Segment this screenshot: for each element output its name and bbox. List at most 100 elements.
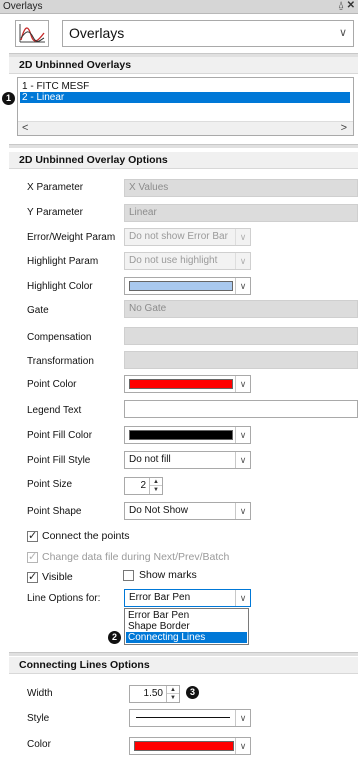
chevron-down-icon: ∨	[235, 427, 250, 443]
solid-line-preview	[136, 717, 230, 718]
visible-checkbox[interactable]	[27, 570, 38, 583]
legend-text-input[interactable]	[124, 400, 358, 418]
visible-label: Visible	[42, 571, 73, 583]
section-divider	[9, 652, 358, 656]
connecting-lines-header: Connecting Lines Options	[9, 657, 358, 674]
x-parameter-field: X Values	[124, 179, 358, 197]
point-color-label: Point Color	[27, 379, 77, 390]
overlay-list-item-selected[interactable]: 2 - Linear	[20, 92, 350, 103]
error-weight-param-value: Do not show Error Bar	[129, 231, 228, 242]
highlight-param-dropdown: Do not use highlight ∨	[124, 252, 251, 270]
point-fill-style-label: Point Fill Style	[27, 455, 91, 466]
x-parameter-label: X Parameter	[27, 182, 84, 193]
y-parameter-value: Linear	[129, 207, 157, 218]
line-color-swatch	[134, 741, 234, 751]
unbinned-overlays-header: 2D Unbinned Overlays	[9, 57, 358, 74]
line-color-picker[interactable]: ∨	[129, 737, 251, 755]
section-divider	[9, 144, 358, 148]
error-weight-param-dropdown: Do not show Error Bar ∨	[124, 228, 251, 246]
scroll-right-icon[interactable]: >	[341, 122, 347, 134]
point-color-picker[interactable]: ∨	[124, 375, 251, 393]
stepper-down-icon[interactable]: ▼	[150, 486, 162, 494]
window-title: Overlays	[3, 1, 43, 12]
highlight-param-value: Do not use highlight	[129, 255, 218, 266]
gate-label: Gate	[27, 305, 49, 316]
point-shape-label: Point Shape	[27, 506, 82, 517]
close-icon[interactable]: ✕	[347, 0, 355, 11]
dropdown-option[interactable]: Shape Border	[126, 621, 247, 632]
point-size-stepper[interactable]: 2 ▲ ▼	[124, 477, 163, 495]
line-width-stepper[interactable]: 1.50 ▲ ▼	[129, 685, 180, 703]
line-width-value: 1.50	[143, 688, 163, 699]
line-options-dropdown-list[interactable]: Error Bar Pen Shape Border Connecting Li…	[124, 608, 249, 645]
section-title: 2D Unbinned Overlay Options	[19, 154, 168, 166]
style-label: Style	[27, 713, 50, 724]
point-fill-color-swatch	[129, 430, 233, 440]
point-fill-color-label: Point Fill Color	[27, 430, 93, 441]
callout-marker-2: 2	[108, 631, 121, 644]
overlay-type-value: Overlays	[69, 25, 125, 41]
highlight-color-label: Highlight Color	[27, 281, 93, 292]
color-label: Color	[27, 739, 51, 750]
point-size-value: 2	[140, 480, 146, 491]
connect-points-label: Connect the points	[42, 530, 130, 542]
section-title: Connecting Lines Options	[19, 659, 150, 671]
callout-marker-3: 3	[186, 686, 199, 699]
chevron-down-icon: ∨	[235, 590, 250, 606]
overlay-options-header: 2D Unbinned Overlay Options	[9, 152, 358, 169]
chevron-down-icon: ∨	[235, 229, 250, 245]
connect-points-checkbox[interactable]	[27, 529, 38, 542]
point-fill-style-dropdown[interactable]: Do not fill ∨	[124, 451, 251, 469]
line-options-for-value: Error Bar Pen	[129, 592, 191, 603]
y-parameter-label: Y Parameter	[27, 207, 83, 218]
overlay-curve-icon	[15, 20, 49, 47]
point-fill-color-picker[interactable]: ∨	[124, 426, 251, 444]
compensation-field	[124, 327, 358, 345]
gate-field: No Gate	[124, 300, 358, 318]
chevron-down-icon: ∨	[235, 452, 250, 468]
stepper-down-icon[interactable]: ▼	[167, 694, 179, 702]
chevron-down-icon: ∨	[235, 710, 250, 726]
chevron-down-icon: ∨	[235, 376, 250, 392]
dropdown-option-highlighted[interactable]: Connecting Lines	[126, 632, 247, 643]
x-parameter-value: X Values	[129, 182, 169, 193]
change-data-file-label: Change data file during Next/Prev/Batch	[42, 551, 230, 563]
point-color-swatch	[129, 379, 233, 389]
stepper-up-icon[interactable]: ▲	[167, 686, 179, 694]
show-marks-label: Show marks	[139, 569, 197, 581]
line-style-dropdown[interactable]: ∨	[129, 709, 251, 727]
highlight-param-label: Highlight Param	[27, 256, 99, 267]
change-data-file-checkbox	[27, 550, 38, 563]
dropdown-option[interactable]: Error Bar Pen	[126, 610, 247, 621]
stepper-buttons[interactable]: ▲ ▼	[149, 478, 162, 494]
scroll-left-icon[interactable]: <	[22, 122, 28, 134]
compensation-label: Compensation	[27, 332, 92, 343]
transformation-label: Transformation	[27, 356, 94, 367]
chevron-down-icon: ∨	[235, 253, 250, 269]
gate-value: No Gate	[129, 303, 167, 314]
transformation-field	[124, 351, 358, 369]
pin-icon[interactable]: ⍙	[338, 0, 344, 11]
stepper-buttons[interactable]: ▲ ▼	[166, 686, 179, 702]
point-fill-style-value: Do not fill	[129, 454, 171, 465]
chevron-down-icon: ∨	[235, 278, 250, 294]
legend-text-label: Legend Text	[27, 405, 82, 416]
callout-marker-1: 1	[2, 92, 15, 105]
overlay-list-item[interactable]: 1 - FITC MESF	[20, 81, 350, 92]
overlay-list-scrollbar[interactable]: < >	[18, 121, 353, 135]
error-weight-param-label: Error/Weight Param	[27, 232, 116, 243]
line-options-for-dropdown[interactable]: Error Bar Pen ∨	[124, 589, 251, 607]
point-size-label: Point Size	[27, 479, 73, 490]
width-label: Width	[27, 688, 53, 699]
highlight-color-picker[interactable]: ∨	[124, 277, 251, 295]
point-shape-dropdown[interactable]: Do Not Show ∨	[124, 502, 251, 520]
show-marks-checkbox[interactable]	[123, 570, 134, 581]
overlay-type-selector[interactable]: Overlays ∨	[62, 20, 354, 47]
chevron-down-icon: ∨	[235, 738, 250, 754]
stepper-up-icon[interactable]: ▲	[150, 478, 162, 486]
chevron-down-icon: ∨	[235, 503, 250, 519]
section-title: 2D Unbinned Overlays	[19, 59, 132, 71]
highlight-color-swatch	[129, 281, 233, 291]
point-shape-value: Do Not Show	[129, 505, 188, 516]
line-options-for-label: Line Options for:	[27, 593, 101, 604]
